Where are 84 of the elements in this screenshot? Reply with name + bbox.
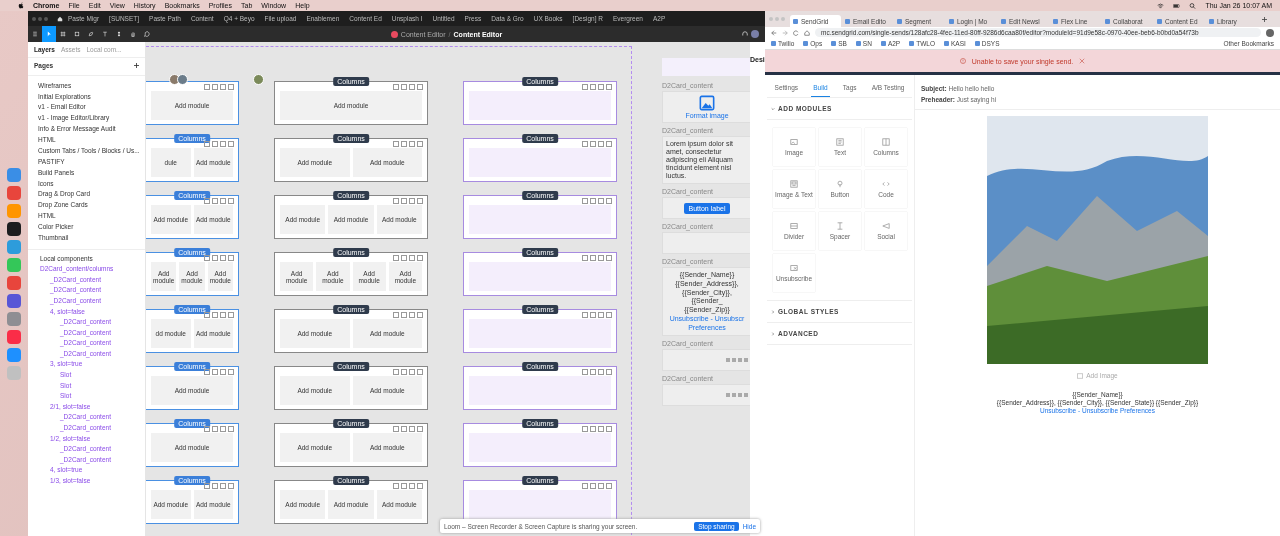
card-actions-icon[interactable] <box>582 483 612 489</box>
card-actions-icon[interactable] <box>393 426 423 432</box>
code-icon <box>882 180 890 188</box>
back-icon[interactable] <box>771 29 777 36</box>
site-icon <box>949 18 954 24</box>
alert-icon <box>959 58 966 64</box>
frame-icon <box>60 31 66 37</box>
shape-icon <box>74 31 80 37</box>
unsubscribe-icon <box>790 264 798 272</box>
site-icon <box>1105 18 1110 24</box>
home-icon[interactable] <box>57 15 63 22</box>
card-actions-icon[interactable] <box>204 369 234 375</box>
site-icon <box>1053 18 1058 24</box>
site-icon <box>943 41 949 46</box>
divider-icon <box>790 222 798 230</box>
site-icon <box>897 18 902 24</box>
app-icon[interactable] <box>7 221 21 236</box>
battery-icon[interactable] <box>1173 2 1181 9</box>
card-actions-icon[interactable] <box>582 312 612 318</box>
site-icon <box>803 41 809 46</box>
forward-icon[interactable] <box>782 29 788 36</box>
site-icon <box>771 41 776 46</box>
wifi-icon[interactable] <box>1157 2 1165 9</box>
site-icon <box>793 18 798 24</box>
image-icon <box>699 95 715 111</box>
components-icon <box>116 31 122 37</box>
social-icon <box>882 222 890 230</box>
social-icons-drawing <box>726 358 748 362</box>
reload-icon[interactable] <box>793 29 799 36</box>
site-icon <box>831 41 837 46</box>
avatar-icon[interactable] <box>751 30 759 38</box>
menu-icon <box>32 31 38 37</box>
card-actions-icon[interactable] <box>582 141 612 147</box>
card-actions-icon[interactable] <box>204 84 234 90</box>
add-icon[interactable] <box>134 63 139 68</box>
site-icon <box>909 41 915 46</box>
avatar-icon[interactable] <box>1266 28 1274 37</box>
card-actions-icon[interactable] <box>204 312 234 318</box>
button-icon <box>836 180 844 188</box>
apple-logo-icon[interactable] <box>18 2 24 9</box>
card-actions-icon[interactable] <box>204 483 234 489</box>
card-actions-icon[interactable] <box>582 198 612 204</box>
card-actions-icon[interactable] <box>204 198 234 204</box>
card-actions-icon[interactable] <box>393 312 423 318</box>
search-icon[interactable] <box>1189 2 1197 9</box>
card-actions-icon[interactable] <box>582 426 612 432</box>
social-icons-drawing <box>726 393 748 397</box>
card-actions-icon[interactable] <box>393 84 423 90</box>
site-icon <box>880 41 886 46</box>
card-actions-icon[interactable] <box>582 369 612 375</box>
card-actions-icon[interactable] <box>393 483 423 489</box>
text-icon <box>102 31 108 37</box>
image-text-icon <box>790 180 798 188</box>
avatar-icon <box>177 74 188 85</box>
image-icon <box>1077 372 1084 379</box>
text-icon <box>836 138 844 146</box>
spacer-icon <box>836 222 844 230</box>
card-actions-icon[interactable] <box>204 426 234 432</box>
project-icon <box>390 30 398 38</box>
card-actions-icon[interactable] <box>582 255 612 261</box>
pen-icon <box>88 31 94 37</box>
move-icon <box>46 31 52 37</box>
hand-icon <box>130 31 136 37</box>
site-icon <box>845 18 850 24</box>
card-actions-icon[interactable] <box>204 255 234 261</box>
card-actions-icon[interactable] <box>204 141 234 147</box>
image-icon <box>790 138 798 146</box>
site-icon <box>1209 18 1214 24</box>
card-actions-icon[interactable] <box>393 369 423 375</box>
avatar-icon <box>253 74 264 85</box>
window-controls[interactable] <box>32 16 48 21</box>
site-icon <box>974 41 980 46</box>
site-icon <box>855 41 861 46</box>
site-icon <box>1157 18 1162 24</box>
headphones-icon[interactable] <box>742 31 748 37</box>
site-icon <box>1001 18 1006 24</box>
card-actions-icon[interactable] <box>393 141 423 147</box>
card-actions-icon[interactable] <box>582 84 612 90</box>
close-icon[interactable] <box>1079 58 1086 64</box>
columns-icon <box>882 138 890 146</box>
card-actions-icon[interactable] <box>393 198 423 204</box>
comment-icon <box>144 31 150 37</box>
new-tab-icon[interactable] <box>1262 16 1267 22</box>
card-actions-icon[interactable] <box>393 255 423 261</box>
